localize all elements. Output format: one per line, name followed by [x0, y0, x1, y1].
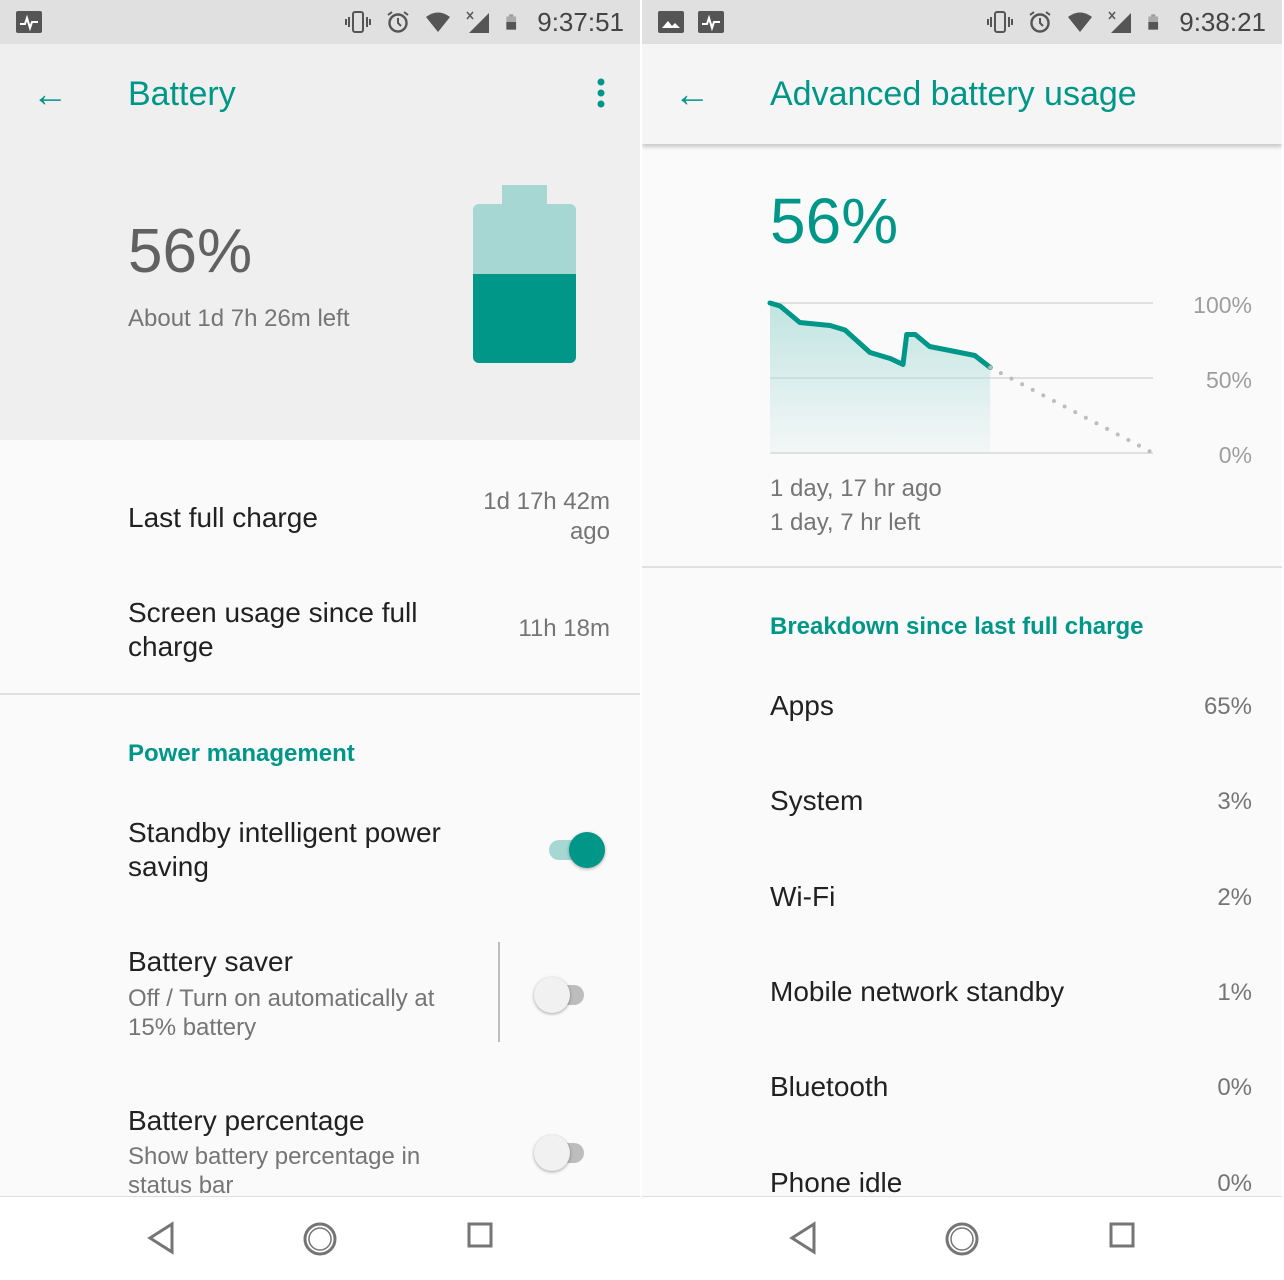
- wifi-icon: [1068, 12, 1093, 32]
- breakdown-label: Bluetooth: [770, 1071, 889, 1103]
- battery-icon: [1148, 14, 1159, 30]
- status-bar: 9:37:51: [0, 0, 640, 44]
- status-clock: 9:37:51: [537, 6, 624, 37]
- status-bar: 9:38:21: [642, 0, 1282, 44]
- navigation-bar: [642, 1196, 1282, 1280]
- divider: [0, 693, 640, 695]
- standby-toggle[interactable]: [543, 828, 605, 868]
- divider: [498, 942, 500, 1042]
- signal-no-data-icon: [466, 11, 490, 33]
- back-triangle-icon[interactable]: [788, 1221, 818, 1255]
- recents-square-icon[interactable]: [1108, 1221, 1138, 1251]
- breakdown-label: Wi-Fi: [770, 880, 836, 912]
- recents-square-icon[interactable]: [466, 1221, 496, 1251]
- app-bar: ← Battery: [0, 44, 640, 144]
- wifi-icon: [426, 12, 451, 32]
- breakdown-value: 0%: [1217, 1074, 1252, 1102]
- breakdown-value: 1%: [1217, 978, 1252, 1006]
- vibrate-icon: [345, 11, 372, 33]
- advanced-battery-usage-screen: 9:38:21 ← Advanced battery usage 56% 100…: [642, 0, 1282, 1280]
- breakdown-value: 0%: [1217, 1169, 1252, 1197]
- battery-percent: 56%: [128, 217, 253, 286]
- activity-icon: [698, 11, 724, 33]
- since-label: 1 day, 17 hr ago: [770, 475, 942, 502]
- activity-icon: [16, 11, 42, 33]
- battery-icon: [506, 14, 517, 30]
- home-circle-icon[interactable]: [302, 1221, 338, 1257]
- ytick-0: 0%: [1219, 442, 1252, 468]
- left-label: 1 day, 7 hr left: [770, 509, 921, 536]
- ytick-100: 100%: [1193, 292, 1252, 318]
- back-triangle-icon[interactable]: [146, 1221, 176, 1255]
- app-bar: ← Advanced battery usage: [642, 44, 1282, 144]
- time-left: About 1d 7h 26m left: [128, 305, 350, 332]
- home-circle-icon[interactable]: [944, 1221, 980, 1257]
- breakdown-label: Mobile network standby: [770, 975, 1065, 1007]
- section-breakdown: Breakdown since last full charge: [770, 613, 1144, 640]
- page-title: Advanced battery usage: [770, 74, 1137, 113]
- breakdown-label: System: [770, 785, 864, 817]
- battery-percentage-toggle[interactable]: [534, 1131, 594, 1171]
- back-arrow-icon[interactable]: ←: [32, 73, 68, 115]
- battery-graphic: [473, 185, 576, 363]
- battery-percent: 56%: [770, 185, 899, 257]
- breakdown-value: 2%: [1217, 883, 1252, 911]
- alarm-icon: [387, 11, 409, 33]
- ytick-50: 50%: [1206, 367, 1252, 393]
- projection-line: [988, 365, 1155, 455]
- breakdown-label: Apps: [770, 690, 834, 721]
- image-icon: [658, 11, 684, 33]
- breakdown-value: 65%: [1203, 693, 1252, 720]
- more-options-icon[interactable]: [592, 78, 610, 110]
- alarm-icon: [1029, 11, 1051, 33]
- chart-area-fill: [770, 303, 991, 453]
- status-clock: 9:38:21: [1179, 6, 1266, 37]
- divider: [642, 566, 1282, 568]
- breakdown-value: 3%: [1217, 788, 1252, 816]
- breakdown-label: Phone idle: [770, 1166, 903, 1198]
- battery-saver-toggle[interactable]: [534, 973, 594, 1013]
- section-power-management: Power management: [128, 740, 355, 767]
- back-arrow-icon[interactable]: ←: [674, 73, 710, 115]
- battery-screen: 9:37:51 ← Battery 56% About 1d 7h 26m le…: [0, 0, 640, 1280]
- navigation-bar: [0, 1196, 640, 1280]
- battery-chart: 100% 50% 0%: [767, 292, 1252, 468]
- vibrate-icon: [987, 11, 1014, 33]
- signal-no-data-icon: [1108, 11, 1132, 33]
- page-title: Battery: [128, 74, 236, 113]
